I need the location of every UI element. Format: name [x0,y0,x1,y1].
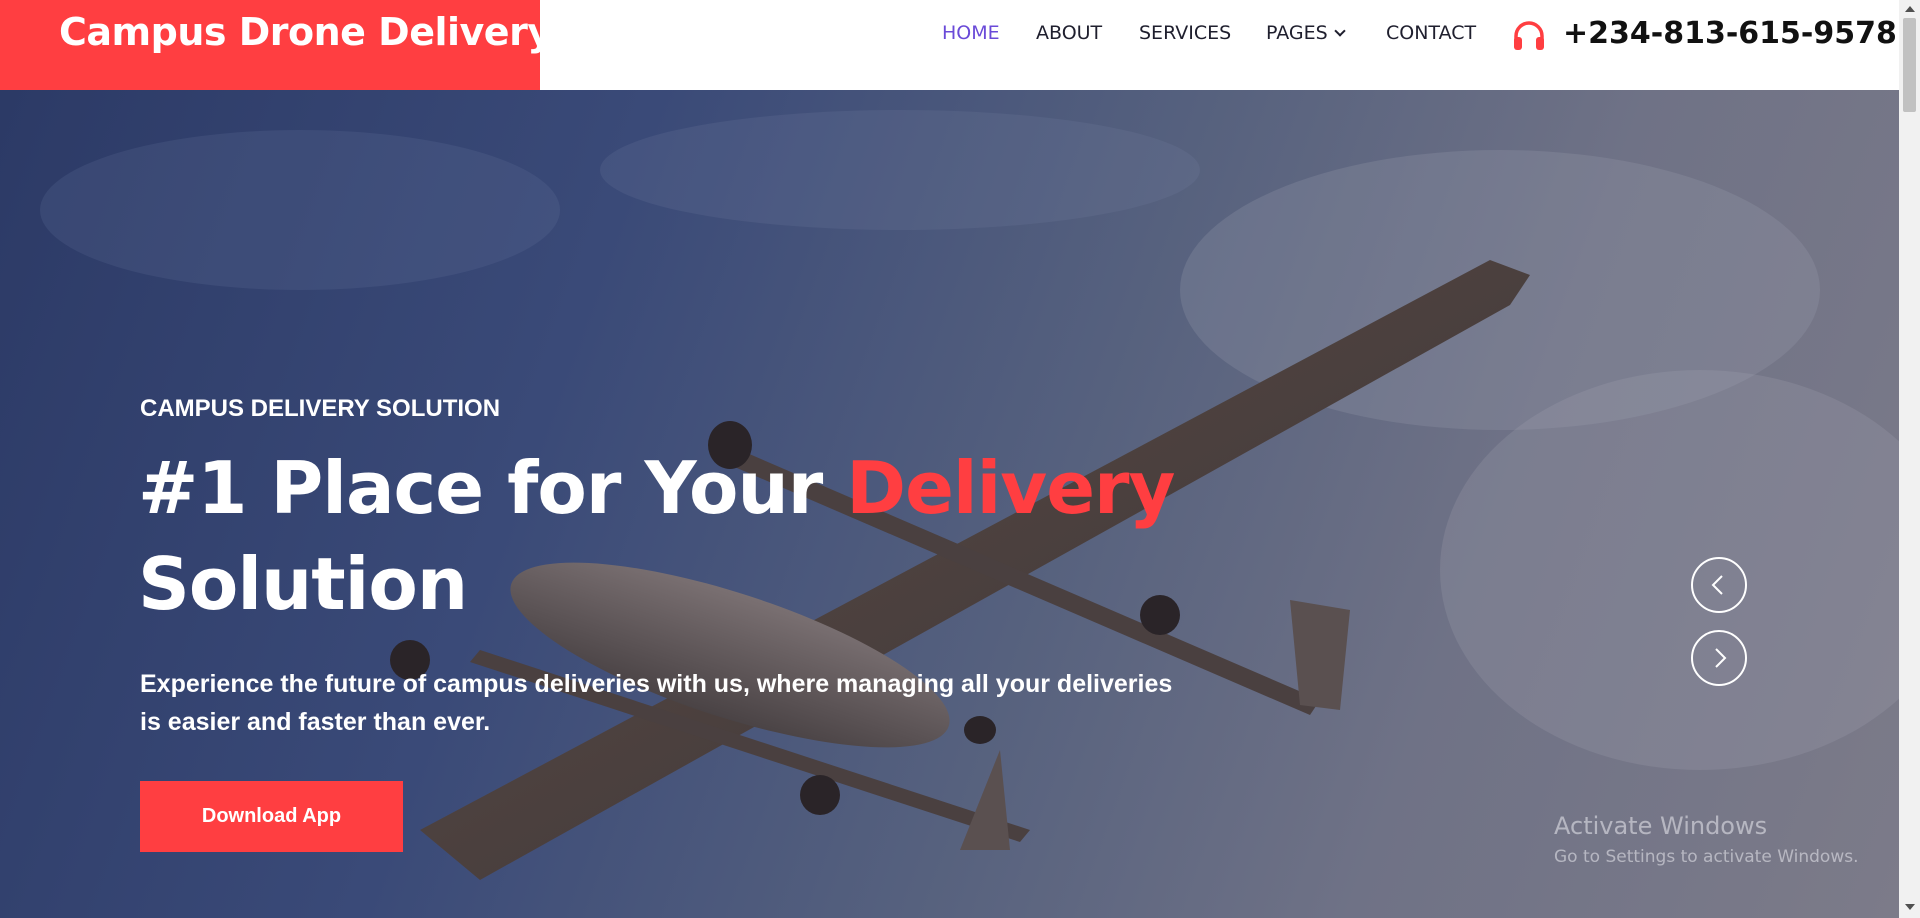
nav-about[interactable]: ABOUT [1036,22,1102,44]
brand-name[interactable]: Campus Drone Delivery [59,10,552,54]
hero-title-suffix: Solution [138,542,468,626]
carousel-prev-button[interactable] [1691,557,1747,613]
headphones-icon [1514,21,1544,50]
phone-number[interactable]: +234-813-615-9578 [1563,16,1897,51]
scroll-up-arrow-icon[interactable] [1905,6,1915,12]
nav-pages[interactable]: PAGES [1266,22,1346,44]
scroll-thumb[interactable] [1903,18,1916,112]
chevron-left-icon [1711,575,1723,595]
scroll-down-arrow-icon[interactable] [1905,904,1915,910]
download-app-button[interactable]: Download App [140,781,403,852]
hero-title-prefix: #1 Place for Your [138,446,847,530]
activate-windows-subtitle: Go to Settings to activate Windows. [1554,847,1859,867]
carousel-next-button[interactable] [1691,630,1747,686]
site-header: Campus Drone Delivery HOME ABOUT SERVICE… [0,0,1899,90]
brand-block[interactable]: Campus Drone Delivery [0,0,552,90]
hero-description: Experience the future of campus deliveri… [140,670,1173,736]
nav-contact[interactable]: CONTACT [1386,22,1476,44]
nav-home[interactable]: HOME [942,22,1000,44]
hero-title-accent: Delivery [846,446,1175,530]
chevron-down-icon [1334,25,1346,37]
nav-services[interactable]: SERVICES [1139,22,1231,44]
hero-eyebrow: CAMPUS DELIVERY SOLUTION [140,395,501,422]
nav-pages-label: PAGES [1266,22,1328,44]
page-scrollbar[interactable] [1899,0,1920,918]
chevron-right-icon [1715,648,1727,668]
hero-banner: CAMPUS DELIVERY SOLUTION #1 Place for Yo… [0,90,1899,918]
activate-windows-title: Activate Windows [1554,812,1768,840]
hero-title: #1 Place for Your Delivery Solution [138,440,1175,632]
